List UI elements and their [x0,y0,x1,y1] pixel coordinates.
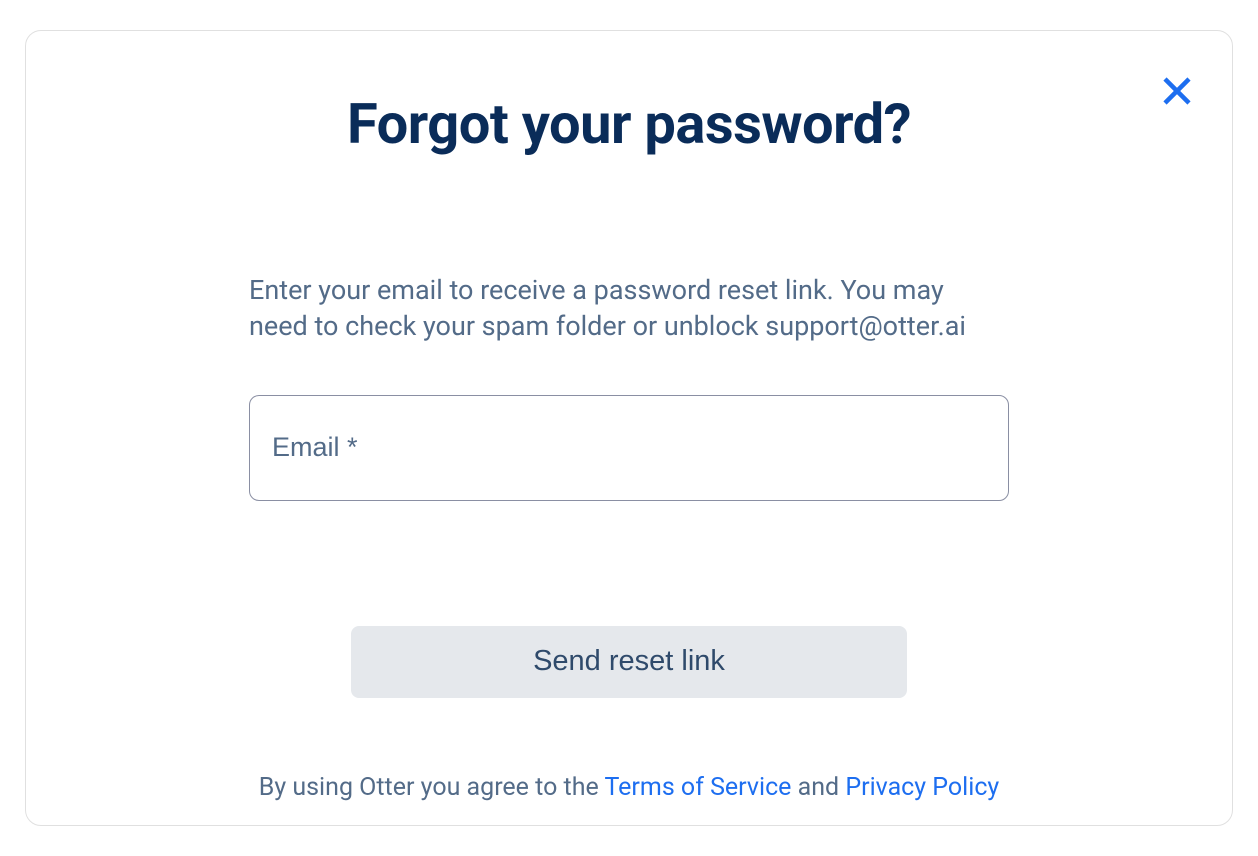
footer-middle: and [791,773,845,802]
send-reset-link-button[interactable]: Send reset link [351,626,907,698]
dialog-title: Forgot your password? [26,91,1232,157]
footer-prefix: By using Otter you agree to the [259,773,605,802]
terms-of-service-link[interactable]: Terms of Service [604,773,791,802]
close-icon [1159,73,1195,109]
dialog-content: Enter your email to receive a password r… [249,157,1009,501]
dialog-description: Enter your email to receive a password r… [249,272,1009,345]
email-field[interactable] [249,395,1009,501]
footer-agreement: By using Otter you agree to the Terms of… [26,773,1232,802]
forgot-password-dialog: Forgot your password? Enter your email t… [25,30,1233,826]
close-button[interactable] [1157,71,1197,111]
privacy-policy-link[interactable]: Privacy Policy [845,773,999,802]
